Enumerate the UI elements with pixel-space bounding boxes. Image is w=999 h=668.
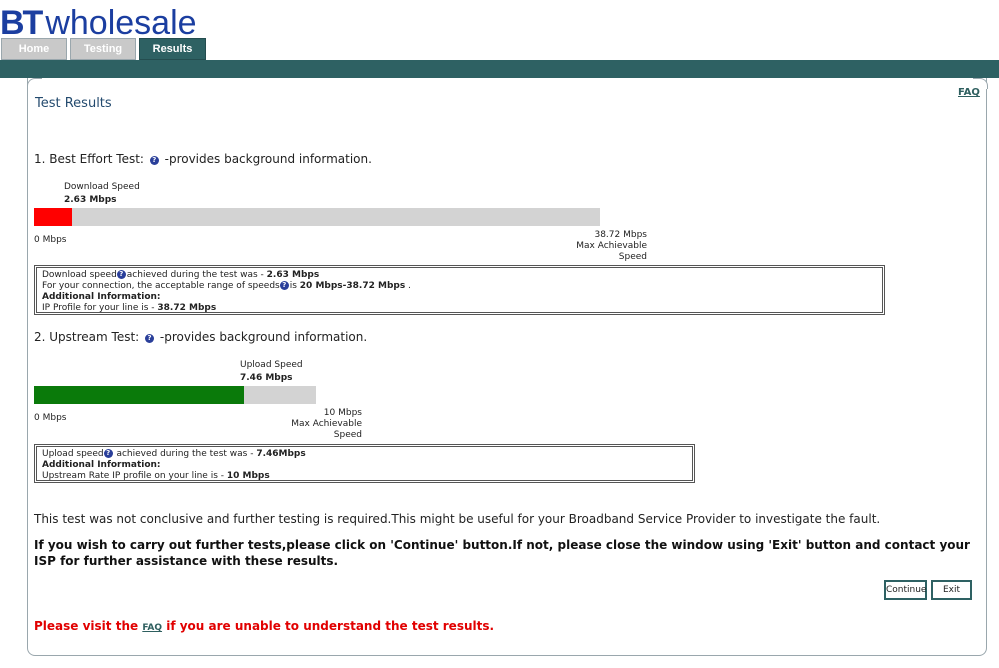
best-effort-heading: 1. Best Effort Test: ? -provides backgro… — [34, 152, 372, 166]
download-info-box: Download speed? achieved during the test … — [34, 265, 885, 315]
upload-min-label: 0 Mbps — [34, 413, 67, 423]
download-info-line1: Download speed? achieved during the test … — [42, 270, 877, 281]
download-info-text: achieved during the test was - — [126, 270, 267, 280]
download-info-text: For your connection, the acceptable rang… — [42, 281, 280, 291]
panel-corner-left — [27, 78, 42, 89]
download-speed-value: 2.63 Mbps — [64, 195, 117, 205]
download-speed-label: Download Speed — [64, 182, 140, 192]
upstream-profile-value: 10 Mbps — [226, 471, 270, 481]
upstream-heading-prefix: 2. Upstream Test: — [34, 330, 140, 344]
upload-info-line2: Additional Information: — [42, 460, 687, 471]
download-info-text: Download speed — [42, 270, 117, 280]
download-measured-value: 2.63 Mbps — [266, 270, 320, 280]
upload-speed-value: 7.46 Mbps — [240, 373, 293, 383]
upload-speed-label: Upload Speed — [240, 360, 303, 370]
upload-info-text: Upstream Rate IP profile on your line is… — [42, 471, 227, 481]
upload-info-box: Upload speed? achieved during the test w… — [34, 444, 695, 483]
best-effort-heading-prefix: 1. Best Effort Test: — [34, 152, 144, 166]
upload-max-caption: Max Achievable Speed — [291, 419, 362, 440]
upstream-heading: 2. Upstream Test: ? -provides background… — [34, 330, 367, 344]
best-effort-heading-suffix: -provides background information. — [164, 152, 372, 166]
faq-notice: Please visit the FAQ if you are unable t… — [34, 619, 494, 633]
header: BT wholesale Home Testing Results — [0, 0, 999, 78]
upload-measured-value: 7.46Mbps — [256, 449, 306, 459]
header-bar — [0, 60, 999, 78]
download-speed-track — [34, 208, 600, 226]
continue-button[interactable]: Continue — [884, 580, 927, 600]
help-icon[interactable]: ? — [145, 334, 155, 343]
faq-notice-link[interactable]: FAQ — [142, 623, 162, 633]
upload-info-text: achieved during the test was - — [113, 449, 257, 459]
upload-info-line1: Upload speed? achieved during the test w… — [42, 449, 687, 460]
download-max-label-group: 38.72 Mbps Max Achievable Speed — [547, 230, 647, 263]
help-icon[interactable]: ? — [279, 281, 289, 290]
upload-max-label-group: 10 Mbps Max Achievable Speed — [262, 408, 362, 441]
upstream-heading-suffix: -provides background information. — [159, 330, 368, 344]
upload-info-line3: Upstream Rate IP profile on your line is… — [42, 471, 687, 482]
tab-home[interactable]: Home — [1, 38, 67, 60]
download-info-text: . — [405, 281, 411, 291]
download-max-caption: Max Achievable Speed — [576, 241, 647, 262]
conclusion-text: This test was not conclusive and further… — [34, 512, 881, 526]
download-info-line4: IP Profile for your line is - 38.72 Mbps — [42, 303, 877, 314]
download-range-value: 20 Mbps-38.72 Mbps — [299, 281, 406, 291]
instructions-text: If you wish to carry out further tests,p… — [34, 538, 970, 568]
exit-button[interactable]: Exit — [931, 580, 972, 600]
download-max-label: 38.72 Mbps — [594, 230, 647, 240]
download-info-line2: For your connection, the acceptable rang… — [42, 281, 877, 292]
help-icon[interactable]: ? — [149, 156, 159, 165]
tab-results[interactable]: Results — [139, 38, 206, 60]
logo-bt: BT — [0, 4, 43, 42]
ip-profile-value: 38.72 Mbps — [157, 303, 217, 313]
logo-wholesale: wholesale — [45, 4, 197, 42]
download-info-text: is — [289, 281, 300, 291]
download-speed-fill — [34, 208, 73, 226]
upload-info-text: Upload speed — [42, 449, 104, 459]
tab-testing[interactable]: Testing — [70, 38, 136, 60]
download-min-label: 0 Mbps — [34, 235, 67, 245]
upload-speed-fill — [34, 386, 245, 404]
additional-info-label: Additional Information: — [42, 292, 161, 302]
download-info-text: IP Profile for your line is - — [42, 303, 158, 313]
faq-notice-after: if you are unable to understand the test… — [162, 619, 495, 633]
bt-wholesale-logo: BT wholesale — [0, 4, 197, 42]
page-title: Test Results — [35, 96, 112, 111]
help-icon[interactable]: ? — [103, 449, 113, 458]
additional-info-label: Additional Information: — [42, 460, 161, 470]
help-icon[interactable]: ? — [116, 270, 126, 279]
download-info-line3: Additional Information: — [42, 292, 877, 303]
upload-max-label: 10 Mbps — [323, 408, 362, 418]
faq-link[interactable]: FAQ — [958, 87, 980, 98]
faq-notice-before: Please visit the — [34, 619, 143, 633]
